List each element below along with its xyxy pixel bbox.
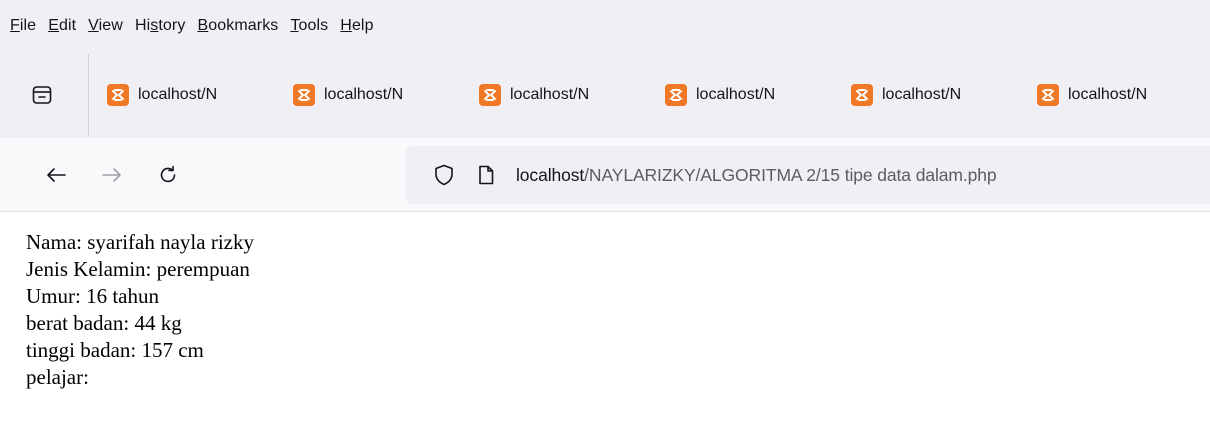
xampp-icon — [479, 84, 501, 106]
content-line-pelajar: pelajar: — [26, 365, 89, 389]
arrow-right-icon — [102, 167, 121, 182]
content-line-berat-badan: berat badan: 44 kg — [26, 311, 182, 335]
xampp-icon — [107, 84, 129, 106]
menu-bar: File Edit View History Bookmarks Tools H… — [0, 0, 1210, 52]
url-path: /NAYLARIZKY/ALGORITMA 2/15 tipe data dal… — [584, 164, 997, 185]
forward-button[interactable] — [92, 155, 132, 195]
tab-label: localhost/N — [510, 86, 590, 103]
menu-tools[interactable]: Tools — [290, 16, 328, 36]
tab[interactable]: localhost/N — [1037, 75, 1187, 115]
page-content: Nama: syarifah nayla rizky Jenis Kelamin… — [26, 229, 254, 391]
menu-bookmarks[interactable]: Bookmarks — [197, 16, 278, 36]
url-bar[interactable]: localhost/NAYLARIZKY/ALGORITMA 2/15 tipe… — [406, 146, 1210, 204]
menu-edit[interactable]: Edit — [48, 16, 76, 36]
url-host: localhost — [516, 164, 585, 185]
xampp-icon — [665, 84, 687, 106]
arrow-left-icon — [47, 167, 66, 182]
xampp-icon — [1037, 84, 1059, 106]
tracking-protection-shield-icon[interactable] — [432, 163, 456, 187]
tab-label: localhost/N — [324, 86, 404, 103]
tab-strip: localhost/N localhost/N localhost/N loca… — [0, 52, 1210, 138]
page-icon[interactable] — [476, 163, 496, 187]
content-line-umur: Umur: 16 tahun — [26, 284, 159, 308]
tab-divider — [88, 54, 89, 136]
back-button[interactable] — [36, 155, 76, 195]
tab-label: localhost/N — [696, 86, 776, 103]
menu-file[interactable]: File — [10, 16, 36, 36]
list-all-tabs-button[interactable] — [20, 73, 64, 117]
tab[interactable]: localhost/N — [107, 75, 257, 115]
tab-list-icon — [32, 86, 52, 104]
tab[interactable]: localhost/N — [293, 75, 443, 115]
menu-help[interactable]: Help — [340, 16, 373, 36]
reload-button[interactable] — [148, 155, 188, 195]
navigation-bar: localhost/NAYLARIZKY/ALGORITMA 2/15 tipe… — [0, 138, 1210, 212]
content-line-nama: Nama: syarifah nayla rizky — [26, 230, 254, 254]
tab[interactable]: localhost/N — [665, 75, 815, 115]
menu-view[interactable]: View — [88, 16, 123, 36]
tab[interactable]: localhost/N — [479, 75, 629, 115]
tab-label: localhost/N — [882, 86, 962, 103]
tab[interactable]: localhost/N — [851, 75, 1001, 115]
menu-history[interactable]: History — [135, 16, 186, 36]
tab-label: localhost/N — [1068, 86, 1148, 103]
content-line-jenis-kelamin: Jenis Kelamin: perempuan — [26, 257, 250, 281]
content-line-tinggi-badan: tinggi badan: 157 cm — [26, 338, 204, 362]
url-text[interactable]: localhost/NAYLARIZKY/ALGORITMA 2/15 tipe… — [516, 165, 997, 186]
tab-label: localhost/N — [138, 86, 218, 103]
xampp-icon — [293, 84, 315, 106]
reload-icon — [160, 165, 176, 182]
xampp-icon — [851, 84, 873, 106]
